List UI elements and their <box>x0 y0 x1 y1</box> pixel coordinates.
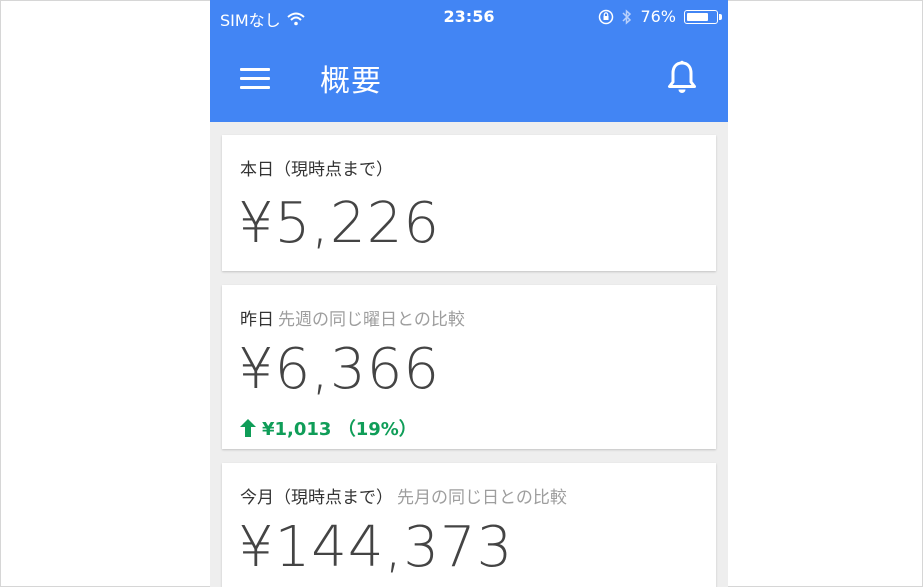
month-comparison-text: 先月の同じ日との比較 <box>397 488 567 508</box>
bell-icon[interactable] <box>666 60 698 96</box>
today-value: ¥5,226 <box>238 191 440 256</box>
month-card[interactable]: 今月（現時点まで） 先月の同じ日との比較 ¥144,373 <box>222 463 716 587</box>
orientation-lock-icon <box>599 9 614 24</box>
month-value: ¥144,373 <box>238 515 514 580</box>
today-label-text: 本日（現時点まで） <box>240 160 393 180</box>
page-title: 概要 <box>320 64 382 99</box>
yesterday-value: ¥6,366 <box>238 337 440 402</box>
bluetooth-icon <box>622 8 632 25</box>
month-label-text: 今月（現時点まで） <box>240 488 393 508</box>
today-label: 本日（現時点まで） <box>240 155 393 180</box>
hamburger-menu-icon[interactable] <box>240 68 270 90</box>
battery-fill <box>687 12 708 21</box>
phone-screen: SIMなし 23:56 76% 概要 本日（現時点まで） ¥5,226 昨日 先… <box>210 0 728 587</box>
battery-icon <box>684 9 722 24</box>
yesterday-card[interactable]: 昨日 先週の同じ曜日との比較 ¥6,366 ¥1,013 （19%） <box>222 285 716 449</box>
status-bar: SIMなし 23:56 76% <box>210 0 728 34</box>
arrow-up-icon <box>240 419 256 437</box>
app-bar: 概要 <box>210 34 728 122</box>
yesterday-label-text: 昨日 <box>240 310 274 330</box>
yesterday-label: 昨日 先週の同じ曜日との比較 <box>240 305 465 330</box>
yesterday-comparison-text: 先週の同じ曜日との比較 <box>278 310 465 330</box>
battery-percent: 76% <box>640 7 676 26</box>
yesterday-delta-text: ¥1,013 （19%） <box>262 419 417 440</box>
status-right: 76% <box>598 7 722 26</box>
month-label: 今月（現時点まで） 先月の同じ日との比較 <box>240 483 567 508</box>
yesterday-delta: ¥1,013 （19%） <box>240 415 417 441</box>
battery-tip <box>719 13 722 20</box>
today-card[interactable]: 本日（現時点まで） ¥5,226 <box>222 135 716 271</box>
